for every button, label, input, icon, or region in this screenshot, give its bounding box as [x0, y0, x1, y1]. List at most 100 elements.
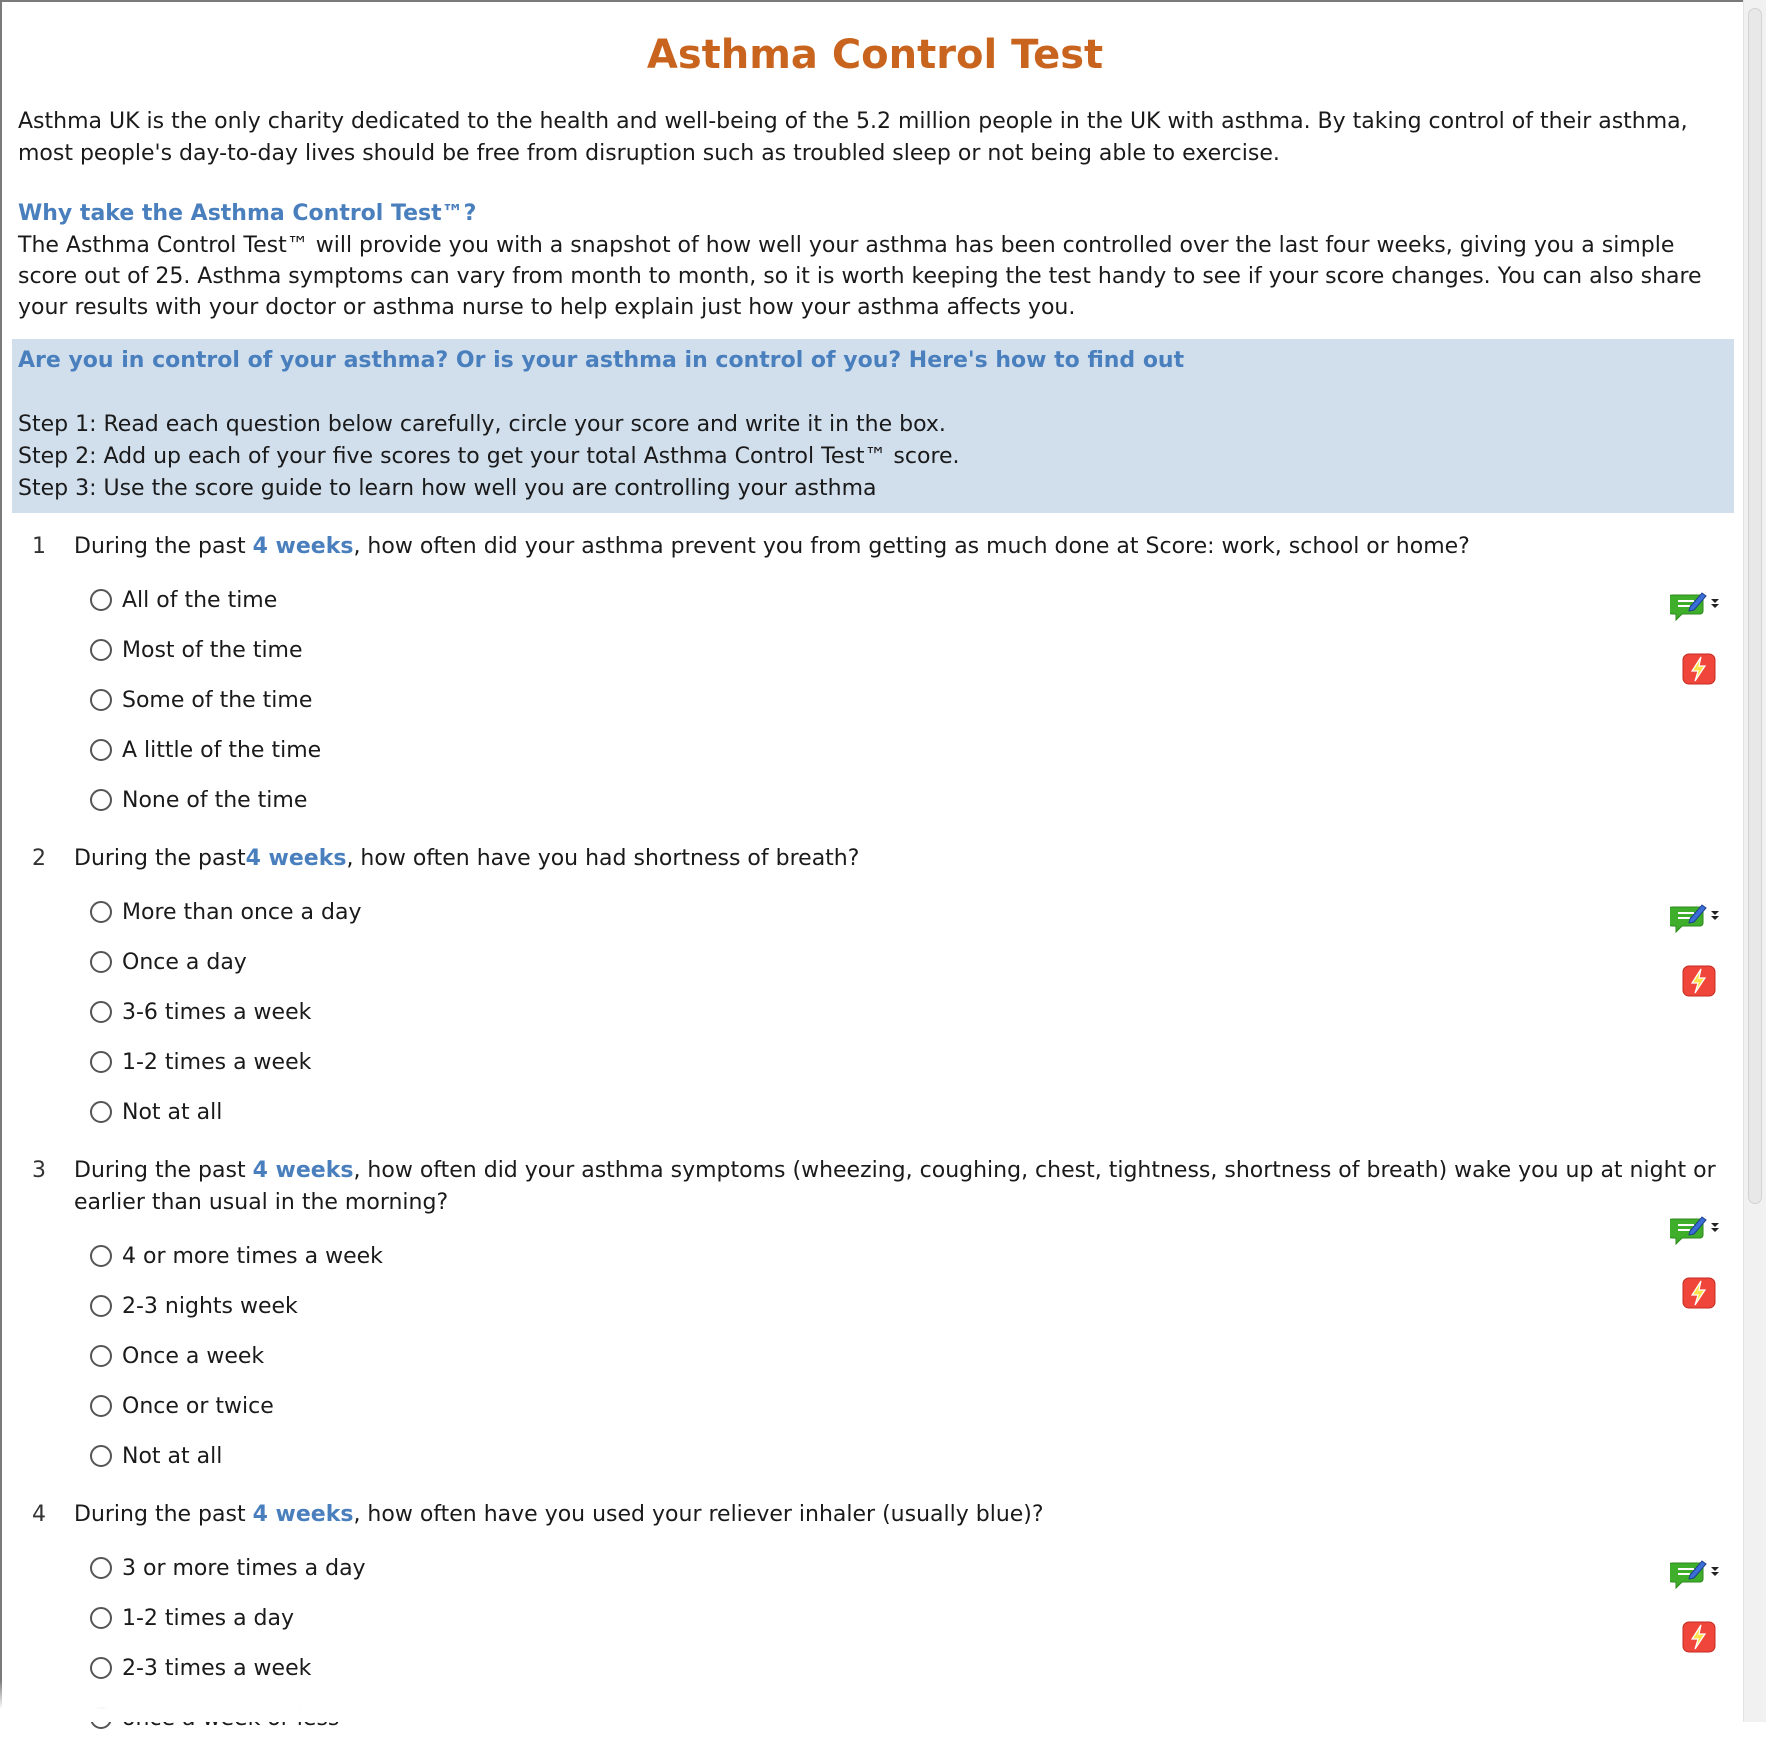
- question-tools: [1668, 589, 1722, 685]
- answer-option-label: 3-6 times a week: [122, 999, 312, 1025]
- answer-option-label: Not at all: [122, 1443, 223, 1469]
- radio-button[interactable]: [90, 1245, 112, 1267]
- answer-option[interactable]: Some of the time: [90, 675, 1732, 725]
- radio-button[interactable]: [90, 1295, 112, 1317]
- question-number: 1: [32, 534, 46, 559]
- answer-option[interactable]: Once a week: [90, 1331, 1732, 1381]
- radio-button[interactable]: [90, 639, 112, 661]
- survey-content: Asthma Control Test Asthma UK is the onl…: [12, 20, 1734, 1743]
- comment-edit-icon[interactable]: [1668, 1213, 1722, 1246]
- flash-icon[interactable]: [1682, 1621, 1716, 1653]
- question-2: 2 During the past4 weeks, how often have …: [18, 843, 1732, 1137]
- comment-edit-icon[interactable]: [1668, 589, 1722, 622]
- radio-button[interactable]: [90, 1051, 112, 1073]
- answer-option[interactable]: Once or twice: [90, 1381, 1732, 1431]
- page-title: Asthma Control Test: [646, 32, 1104, 78]
- radio-button[interactable]: [90, 1445, 112, 1467]
- question-text: During the past4 weeks, how often have y…: [74, 843, 1732, 875]
- answer-options: All of the time Most of the time Some of t…: [90, 575, 1732, 825]
- instruction-step-1: Step 1: Read each question below careful…: [18, 412, 946, 437]
- answer-option[interactable]: 1-2 times a week: [90, 1037, 1732, 1087]
- answer-option[interactable]: Most of the time: [90, 625, 1732, 675]
- flash-icon[interactable]: [1682, 653, 1716, 685]
- answer-option[interactable]: None of the time: [90, 775, 1732, 825]
- why-text: The Asthma Control Test™ will provide yo…: [18, 233, 1702, 320]
- radio-button[interactable]: [90, 789, 112, 811]
- answer-options: More than once a day Once a day 3-6 times …: [90, 887, 1732, 1137]
- answer-option[interactable]: 2-3 nights week: [90, 1281, 1732, 1331]
- instruction-step-2: Step 2: Add up each of your five scores …: [18, 444, 960, 469]
- question-number: 2: [32, 846, 46, 871]
- intro-text: Asthma UK is the only charity dedicated …: [18, 109, 1688, 166]
- answer-option-label: 4 or more times a week: [122, 1243, 383, 1269]
- answer-option[interactable]: A little of the time: [90, 725, 1732, 775]
- answer-option-label: Not at all: [122, 1099, 223, 1125]
- radio-button[interactable]: [90, 589, 112, 611]
- question-tools: [1668, 901, 1722, 997]
- question-list: 1 During the past 4 weeks, how often did …: [18, 531, 1732, 1743]
- radio-button[interactable]: [90, 901, 112, 923]
- radio-button[interactable]: [90, 1395, 112, 1417]
- answer-options: 4 or more times a week 2-3 nights week Onc…: [90, 1231, 1732, 1481]
- why-heading: Why take the Asthma Control Test™?: [18, 201, 477, 226]
- radio-button[interactable]: [90, 1557, 112, 1579]
- instructions-box: Are you in control of your asthma? Or is…: [12, 339, 1734, 513]
- question-tools: [1668, 1213, 1722, 1309]
- answer-option[interactable]: 1-2 times a day: [90, 1593, 1732, 1643]
- question-highlight: 4 weeks: [252, 534, 354, 559]
- question-text-before: During the past: [74, 846, 246, 871]
- radio-button[interactable]: [90, 1657, 112, 1679]
- question-text-before: During the past: [74, 1502, 253, 1527]
- flash-icon[interactable]: [1682, 1277, 1716, 1309]
- answer-option-label: Once a day: [122, 949, 247, 975]
- answer-option[interactable]: 3-6 times a week: [90, 987, 1732, 1037]
- answer-option-label: 1-2 times a week: [122, 1049, 312, 1075]
- question-number: 3: [32, 1158, 46, 1183]
- radio-button[interactable]: [90, 1101, 112, 1123]
- instruction-step-3: Step 3: Use the score guide to learn how…: [18, 476, 877, 501]
- scrollbar-thumb[interactable]: [1748, 8, 1762, 1204]
- radio-button[interactable]: [90, 1001, 112, 1023]
- question-1: 1 During the past 4 weeks, how often did …: [18, 531, 1732, 825]
- answer-option[interactable]: Not at all: [90, 1431, 1732, 1481]
- question-3: 3 During the past 4 weeks, how often did …: [18, 1155, 1732, 1481]
- answer-option[interactable]: 3 or more times a day: [90, 1543, 1732, 1593]
- answer-option[interactable]: 4 or more times a week: [90, 1231, 1732, 1281]
- radio-button[interactable]: [90, 1345, 112, 1367]
- question-text-after: , how often have you used your reliever …: [353, 1502, 1044, 1527]
- flash-icon[interactable]: [1682, 965, 1716, 997]
- answer-option-label: 1-2 times a day: [122, 1605, 295, 1631]
- answer-option-label: More than once a day: [122, 899, 362, 925]
- answer-option-label: None of the time: [122, 787, 308, 813]
- radio-button[interactable]: [90, 739, 112, 761]
- question-text: During the past 4 weeks, how often have …: [74, 1499, 1732, 1531]
- radio-button[interactable]: [90, 951, 112, 973]
- answer-option[interactable]: Not at all: [90, 1087, 1732, 1137]
- comment-edit-icon[interactable]: [1668, 901, 1722, 934]
- answer-option[interactable]: All of the time: [90, 575, 1732, 625]
- question-text: During the past 4 weeks, how often did y…: [74, 1155, 1732, 1219]
- comment-edit-icon[interactable]: [1668, 1557, 1722, 1590]
- instructions-heading: Are you in control of your asthma? Or is…: [18, 348, 1185, 373]
- answer-option-label: Some of the time: [122, 687, 313, 713]
- answer-option-label: Once or twice: [122, 1393, 274, 1419]
- radio-button[interactable]: [90, 1607, 112, 1629]
- answer-option[interactable]: More than once a day: [90, 887, 1732, 937]
- radio-button[interactable]: [90, 689, 112, 711]
- question-tools: [1668, 1557, 1722, 1653]
- answer-option-label: Once a week: [122, 1343, 265, 1369]
- vertical-scrollbar[interactable]: [1743, 0, 1766, 1722]
- question-number: 4: [32, 1502, 46, 1527]
- question-highlight: 4 weeks: [245, 846, 347, 871]
- question-text-before: During the past: [74, 1158, 253, 1183]
- answer-option-label: 2-3 nights week: [122, 1293, 298, 1319]
- answer-option-label: 2-3 times a week: [122, 1655, 312, 1681]
- question-text-after: , how often have you had shortness of br…: [346, 846, 860, 871]
- answer-option[interactable]: Once a day: [90, 937, 1732, 987]
- bottom-fade: [0, 1680, 1743, 1722]
- question-text-before: During the past: [74, 534, 253, 559]
- answer-option-label: A little of the time: [122, 737, 322, 763]
- answer-option-label: 3 or more times a day: [122, 1555, 366, 1581]
- question-highlight: 4 weeks: [252, 1502, 354, 1527]
- answer-option-label: Most of the time: [122, 637, 303, 663]
